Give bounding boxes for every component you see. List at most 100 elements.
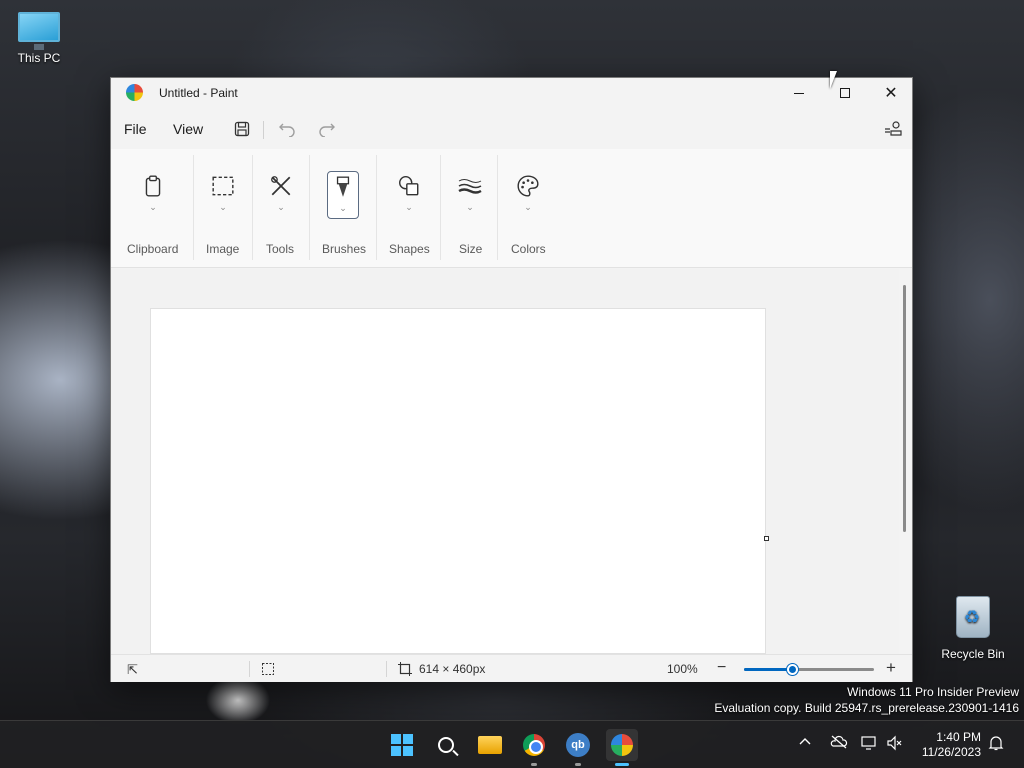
menu-view[interactable]: View [173,121,203,137]
tools-button[interactable]: ⌄ [265,171,297,219]
ribbon-group-label: Clipboard [127,242,179,256]
selection-size-icon [261,662,275,679]
ribbon-group-label: Image [206,242,240,256]
network-icon[interactable] [861,735,879,754]
volume-muted-icon[interactable] [887,735,903,754]
chevron-down-icon: ⌄ [219,202,227,212]
search-button[interactable] [430,729,462,761]
undo-button[interactable] [276,118,298,140]
canvas-size-icon [398,662,412,679]
zoom-percentage[interactable]: 100% [667,662,698,676]
watermark-build: Evaluation copy. Build 25947.rs_prerelea… [714,701,1019,715]
size-icon [458,179,482,194]
desktop-icon-recycle-bin[interactable]: Recycle Bin [938,596,1008,661]
onedrive-offline-icon[interactable] [830,735,848,752]
maximize-button[interactable] [822,78,868,108]
pointer-icon: ⇱ [127,662,138,677]
vertical-scrollbar[interactable] [903,285,906,532]
desktop-icon-this-pc[interactable]: This PC [4,10,74,65]
taskbar-qbittorrent[interactable]: qb [562,729,594,766]
brush-icon [336,176,350,197]
clock-time: 1:40 PM [936,730,981,744]
ribbon-group-image: ⌄ Image [194,149,252,268]
chevron-down-icon: ⌄ [149,202,157,212]
zoom-slider[interactable] [744,664,874,675]
shapes-icon [399,176,419,196]
ribbon-group-brushes: ⌄ Brushes [310,149,376,268]
brushes-button[interactable]: ⌄ [327,171,359,219]
drawing-canvas[interactable] [150,308,766,654]
close-icon: ✕ [884,85,898,102]
clipboard-button[interactable]: ⌄ [137,171,169,219]
running-indicator [531,763,537,766]
colors-button[interactable]: ⌄ [512,171,544,219]
file-explorer-icon [478,736,502,754]
monitor-icon [18,12,60,50]
taskbar-chrome[interactable] [518,729,550,766]
status-bar: ⇱ 614 × 460px 100% − + [111,654,912,682]
chevron-down-icon: ⌄ [405,202,413,212]
ribbon-group-label: Colors [511,242,546,256]
image-button[interactable]: ⌄ [207,171,239,219]
qbittorrent-icon: qb [566,733,590,757]
ribbon-group-colors: ⌄ Colors [498,149,558,268]
paint-app-icon [126,84,143,101]
canvas-size: 614 × 460px [419,662,486,676]
system-clock[interactable]: 1:40 PM 11/26/2023 [913,730,981,760]
taskbar-file-explorer[interactable] [474,729,506,761]
taskbar-paint[interactable] [606,729,638,766]
menu-file[interactable]: File [124,121,147,137]
chevron-down-icon: ⌄ [339,203,347,213]
notification-bell-icon[interactable] [988,735,1004,754]
ribbon-group-tools: ⌄ Tools [253,149,309,268]
ribbon-group-label: Brushes [322,242,367,256]
minimize-button[interactable] [776,78,822,108]
menu-separator [263,121,264,139]
save-icon [234,121,250,137]
status-separator [386,661,387,677]
show-hidden-icons-chevron-icon[interactable] [799,735,811,751]
ribbon-group-shapes: ⌄ Shapes [377,149,440,268]
canvas-workspace[interactable] [111,269,899,654]
windows-watermark: Windows 11 Pro Insider Preview Evaluatio… [714,684,1019,716]
palette-icon [517,175,539,197]
chevron-down-icon: ⌄ [524,202,532,212]
ribbon-group-clipboard: ⌄ Clipboard [111,149,193,268]
account-button[interactable] [882,118,904,140]
canvas-resize-handle[interactable] [764,536,769,541]
redo-button[interactable] [316,118,338,140]
close-button[interactable]: ✕ [868,78,914,108]
start-button[interactable] [386,729,418,761]
window-title: Untitled - Paint [159,86,238,100]
paint-icon [611,734,633,756]
tools-icon [271,176,291,196]
chevron-down-icon: ⌄ [466,202,474,212]
desktop-icon-label: This PC [17,51,61,65]
zoom-out-button[interactable]: − [717,659,726,677]
clipboard-icon [145,175,161,197]
menu-bar: File View [111,113,912,145]
ribbon-group-label: Tools [266,242,295,256]
minimize-icon [794,92,804,94]
desktop-icon-label: Recycle Bin [941,647,1005,661]
shapes-button[interactable]: ⌄ [393,171,425,219]
undo-icon [279,123,295,137]
ribbon: ⌄ Clipboard ⌄ Image ⌄ Tools ⌄ Brushes ⌄ … [111,149,912,268]
zoom-in-button[interactable]: + [886,658,896,678]
maximize-icon [840,88,850,98]
zoom-slider-fill [744,668,794,671]
ribbon-group-size: ⌄ Size [441,149,497,268]
active-indicator [615,763,629,766]
start-icon [391,734,413,756]
zoom-slider-thumb[interactable] [787,664,799,675]
size-button[interactable]: ⌄ [454,171,486,219]
mouse-cursor [830,71,844,89]
chevron-down-icon: ⌄ [277,202,285,212]
title-bar[interactable]: Untitled - Paint ✕ [111,78,912,108]
recycle-bin-icon [956,596,990,638]
ribbon-group-label: Size [459,242,483,256]
save-button[interactable] [231,118,253,140]
running-indicator [575,763,581,766]
chrome-icon [523,734,545,756]
search-icon [438,737,454,753]
